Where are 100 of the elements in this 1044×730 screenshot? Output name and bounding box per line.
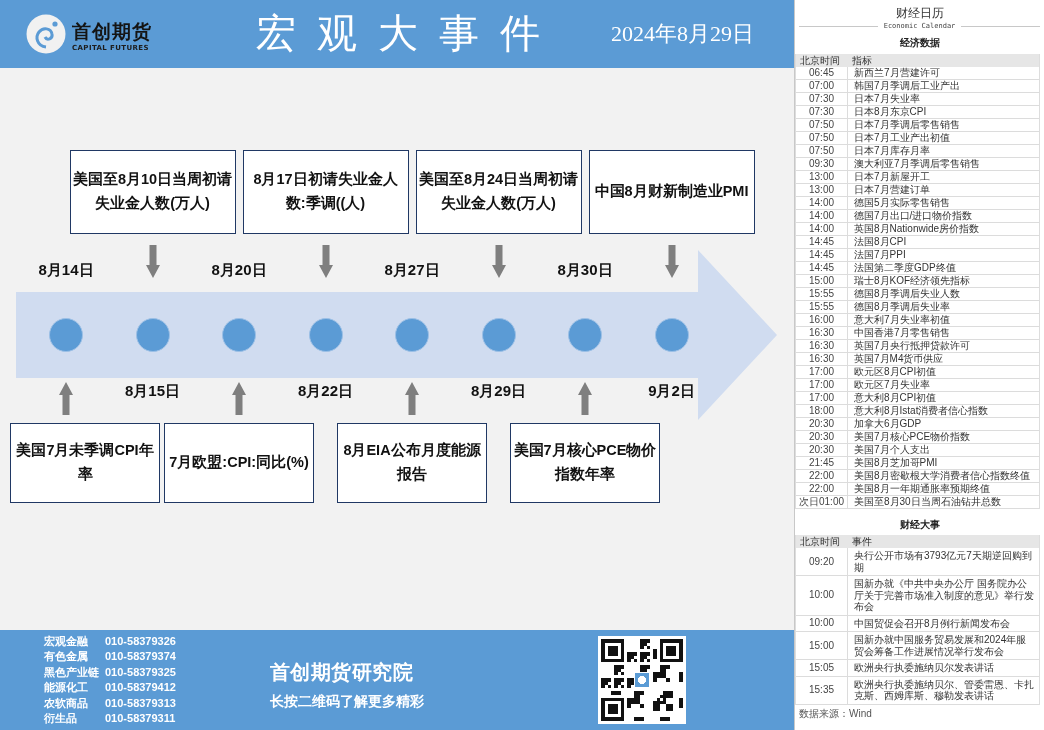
department-label: 宏观金融 [44, 633, 89, 649]
page-title: 宏观大事件 [256, 10, 561, 58]
time-cell: 09:20 [796, 548, 848, 575]
time-cell: 10:00 [796, 576, 848, 615]
phone-number: 010-58379325 [105, 664, 176, 680]
time-cell: 07:00 [796, 80, 848, 92]
time-cell: 14:45 [796, 262, 848, 274]
time-cell: 16:30 [796, 327, 848, 339]
time-cell: 20:30 [796, 431, 848, 443]
indicator-cell-text: 英国7月M4货币供应 [853, 353, 945, 365]
time-cell: 13:00 [796, 171, 848, 183]
spiral-logo-icon [26, 13, 66, 55]
time-cell: 次日01:00 [796, 496, 848, 508]
time-cell: 17:00 [796, 392, 848, 404]
date-label: 8月14日 [38, 261, 94, 279]
time-cell: 07:30 [796, 93, 848, 105]
indicator-cell-text: 德国8月季调后失业人数 [853, 288, 961, 300]
indicator-cell-text: 加拿大6月GDP [853, 418, 923, 430]
time-cell: 14:45 [796, 249, 848, 261]
time-cell: 21:45 [796, 457, 848, 469]
indicator-cell-text: 意大利7月失业率初值 [853, 314, 951, 326]
institute-name: 首创期货研究院 [269, 660, 415, 684]
event-card: 美国至8月10日当周初请失业金人数(万人) [69, 150, 236, 234]
column-header: 指标 [851, 54, 873, 67]
calendar-title: 财经日历 [894, 6, 945, 21]
down-arrow-icon [491, 245, 506, 278]
time-cell: 06:45 [796, 67, 848, 79]
indicator-cell-text: 意大利8月CPI初值 [853, 392, 938, 404]
phone-number: 010-58379313 [105, 695, 176, 711]
date-label: 9月2日 [648, 382, 695, 400]
date-label: 8月30日 [557, 261, 613, 279]
indicator-cell-text: 美国8月芝加哥PMI [853, 457, 939, 469]
time-cell: 07:50 [796, 145, 848, 157]
up-arrow-icon [232, 382, 246, 415]
report-date: 2024年8月29日 [611, 20, 754, 48]
indicator-cell-text: 中国香港7月零售销售 [853, 327, 951, 339]
time-cell: 15:55 [796, 288, 848, 300]
indicator-cell-text: 意大利8月Istat消费者信心指数 [853, 405, 990, 417]
time-cell: 07:50 [796, 119, 848, 131]
time-cell: 22:00 [796, 470, 848, 482]
event-cell-text: 国新办就中国服务贸易发展和2024年服贸会筹备工作进展情况举行发布会 [853, 633, 1028, 659]
time-cell: 18:00 [796, 405, 848, 417]
indicator-cell-text: 美国8月一年期通胀率预期终值 [853, 483, 991, 495]
time-cell: 07:30 [796, 106, 848, 118]
indicator-cell-text: 美国7月个人支出 [853, 444, 931, 456]
column-header: 事件 [851, 535, 873, 548]
time-cell: 14:00 [796, 197, 848, 209]
down-arrow-icon [664, 245, 679, 278]
time-cell: 09:30 [796, 158, 848, 170]
indicator-cell-text: 英国8月Nationwide房价指数 [853, 223, 981, 235]
time-cell: 10:00 [796, 615, 848, 631]
indicator-cell-text: 日本7月工业产出初值 [853, 132, 951, 144]
up-arrow-icon [405, 382, 419, 415]
department-label: 农软商品 [44, 695, 89, 711]
time-cell: 13:00 [796, 184, 848, 196]
date-label: 8月22日 [298, 382, 353, 400]
time-cell: 07:50 [796, 132, 848, 144]
time-cell: 20:30 [796, 444, 848, 456]
time-cell: 15:00 [796, 632, 848, 659]
time-cell: 17:00 [796, 366, 848, 378]
indicator-cell-text: 新西兰7月营建许可 [853, 67, 941, 79]
event-card: 8月EIA公布月度能源报告 [337, 423, 487, 503]
indicator-cell-text: 德国5月实际零售销售 [853, 197, 951, 209]
event-cell-text: 央行公开市场有3793亿元7天期逆回购到期 [853, 549, 1033, 575]
down-arrow-icon [145, 245, 160, 278]
section-heading: 财经大事 [898, 518, 941, 532]
time-cell: 15:35 [796, 676, 848, 704]
department-label: 有色金属 [44, 649, 89, 664]
indicator-cell-text: 日本7月季调后零售销售 [853, 119, 961, 131]
indicator-cell-text: 日本7月新屋开工 [853, 171, 931, 183]
indicator-cell-text: 法国8月CPI [853, 236, 908, 248]
slogan-text: 长按二维码了解更多精彩 [269, 692, 424, 710]
time-cell: 16:30 [796, 340, 848, 352]
department-label: 衍生品 [44, 711, 78, 726]
source-note: 数据来源：Wind [798, 706, 873, 720]
indicator-cell-text: 美国至8月30日当周石油钻井总数 [853, 496, 1002, 508]
indicator-cell-text: 澳大利亚7月季调后零售销售 [853, 158, 981, 170]
time-cell: 22:00 [796, 483, 848, 495]
indicator-cell-text: 韩国7月季调后工业产出 [853, 80, 961, 92]
event-card: 美国至8月24日当周初请失业金人数(万人) [415, 150, 582, 234]
indicator-cell-text: 欧元区7月失业率 [853, 379, 931, 391]
indicator-cell-text: 美国7月核心PCE物价指数 [853, 431, 972, 443]
date-label: 8月15日 [125, 382, 180, 400]
up-arrow-icon [59, 382, 73, 415]
column-header: 北京时间 [799, 54, 841, 67]
time-cell: 14:00 [796, 210, 848, 222]
time-cell: 17:00 [796, 379, 848, 391]
phone-number: 010-58379412 [105, 680, 176, 695]
indicator-cell-text: 德国8月季调后失业率 [853, 301, 951, 313]
indicator-cell-text: 英国7月央行抵押贷款许可 [853, 340, 971, 352]
date-label: 8月27日 [384, 261, 440, 279]
event-card: 8月17日初请失业金人数:季调((人) [242, 150, 409, 234]
event-cell-text: 国新办就《中共中央办公厅 国务院办公厅关于完善市场准入制度的意见》举行发布会 [853, 577, 1035, 614]
event-card: 7月欧盟:CPI:同比(%) [164, 423, 314, 503]
time-cell: 16:00 [796, 314, 848, 326]
event-card: 美国7月未季调CPI年率 [10, 423, 160, 503]
up-arrow-icon [578, 382, 592, 415]
column-header: 北京时间 [799, 535, 841, 548]
department-label: 黑色产业链 [44, 664, 99, 680]
brand-name: 首创期货 [72, 21, 152, 43]
